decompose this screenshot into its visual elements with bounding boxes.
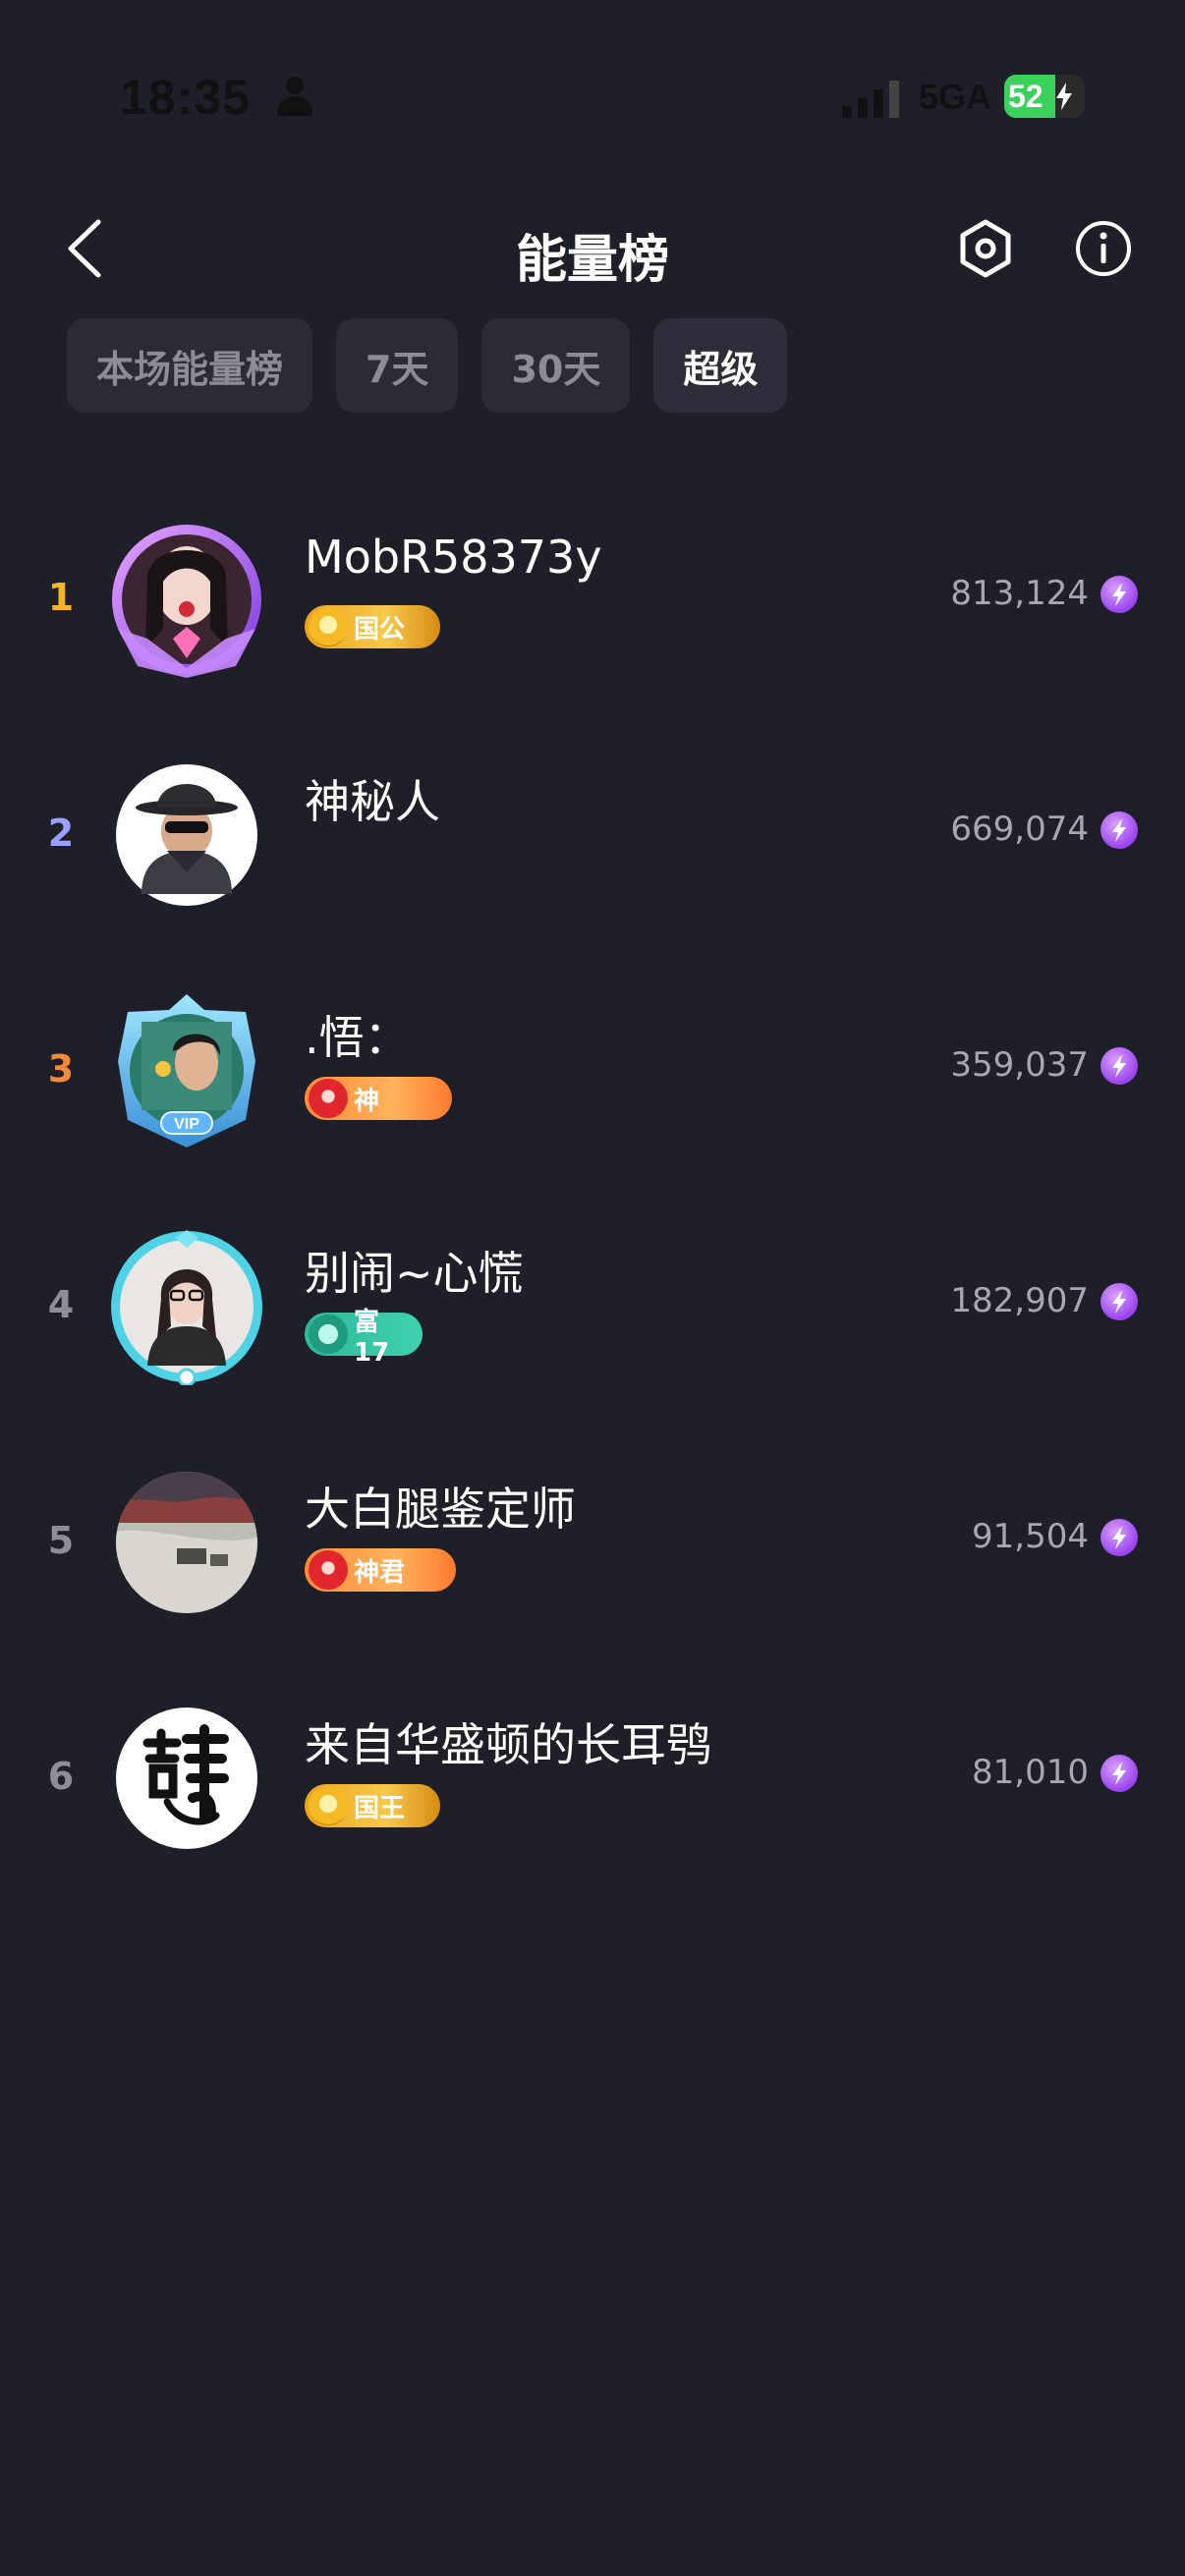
rank-number: 3 [47,1047,75,1091]
rank-number: 4 [47,1283,75,1326]
avatar[interactable] [108,1700,265,1857]
energy-score: 91,504 [972,1517,1089,1556]
rank-number: 2 [47,812,75,855]
user-name: 来自华盛顿的长耳鸮 [305,1718,711,1771]
crown-coin-icon [309,607,348,646]
user-name: .悟： [305,1011,410,1064]
period-tabs: 本场能量榜 7天 30天 超级 [67,318,788,413]
avatar[interactable] [108,1228,265,1385]
tab-super[interactable]: 超级 [653,318,788,413]
noble-badge: 神 [305,1077,452,1120]
status-bar: 18:35 5GA 52 [0,0,1185,196]
tab-current-session[interactable]: 本场能量榜 [67,318,313,413]
energy-score: 359,037 [950,1045,1089,1085]
energy-bolt-icon [1100,1047,1138,1085]
leaderboard-row[interactable]: 6 来自华盛顿的长耳鸮 国王 81,010 [0,1660,1185,1896]
svg-text:VIP: VIP [174,1116,199,1133]
tab-30-days[interactable]: 30天 [481,318,631,413]
wealth-level-icon [309,1315,348,1354]
avatar[interactable] [108,521,265,678]
energy-score: 813,124 [950,574,1089,613]
user-name: 别闹~心慌 [305,1247,524,1300]
status-time: 18:35 [120,70,251,125]
user-name: 大白腿鉴定师 [305,1483,576,1536]
shield-rank-icon [309,1079,348,1118]
energy-bolt-icon [1100,1519,1138,1556]
charging-icon [1056,83,1072,110]
energy-score: 182,907 [950,1281,1089,1320]
energy-bolt-icon [1100,1283,1138,1320]
person-icon [277,77,312,116]
avatar[interactable] [108,1464,265,1621]
energy-bolt-icon [1100,1755,1138,1792]
energy-bolt-icon [1100,812,1138,849]
signal-icon [842,81,899,118]
leaderboard-row[interactable]: 4 别闹~心慌 富17 182,907 [0,1189,1185,1425]
shield-rank-icon [309,1550,348,1590]
leaderboard-row[interactable]: 5 大白腿鉴定师 神君 91,504 [0,1425,1185,1660]
noble-badge: 国王 [305,1784,440,1827]
tab-7-days[interactable]: 7天 [336,318,459,413]
energy-score: 669,074 [950,810,1089,849]
settings-icon[interactable] [955,218,1016,279]
info-icon[interactable] [1073,218,1134,279]
header: 能量榜 [0,196,1185,305]
leaderboard-row[interactable]: 1 MobR58373y 国公 813,124 [0,481,1185,717]
rank-number: 1 [47,576,75,619]
energy-score: 81,010 [972,1753,1089,1792]
noble-badge: 神君 [305,1548,456,1592]
leaderboard-row[interactable]: 3 VIP .悟： 神 359,037 [0,953,1185,1189]
avatar[interactable]: VIP [108,992,265,1149]
leaderboard-row[interactable]: 2 神秘人 669,074 [0,717,1185,953]
avatar[interactable] [108,756,265,914]
crown-coin-icon [309,1786,348,1825]
user-name: 神秘人 [305,775,440,828]
noble-badge: 国公 [305,605,440,648]
network-type: 5GA [919,77,992,117]
rank-number: 6 [47,1755,75,1798]
rank-number: 5 [47,1519,75,1562]
energy-bolt-icon [1100,576,1138,613]
wealth-level-badge: 富17 [305,1308,423,1368]
battery-level: 52 [1008,79,1044,114]
user-name: MobR58373y [305,531,602,584]
